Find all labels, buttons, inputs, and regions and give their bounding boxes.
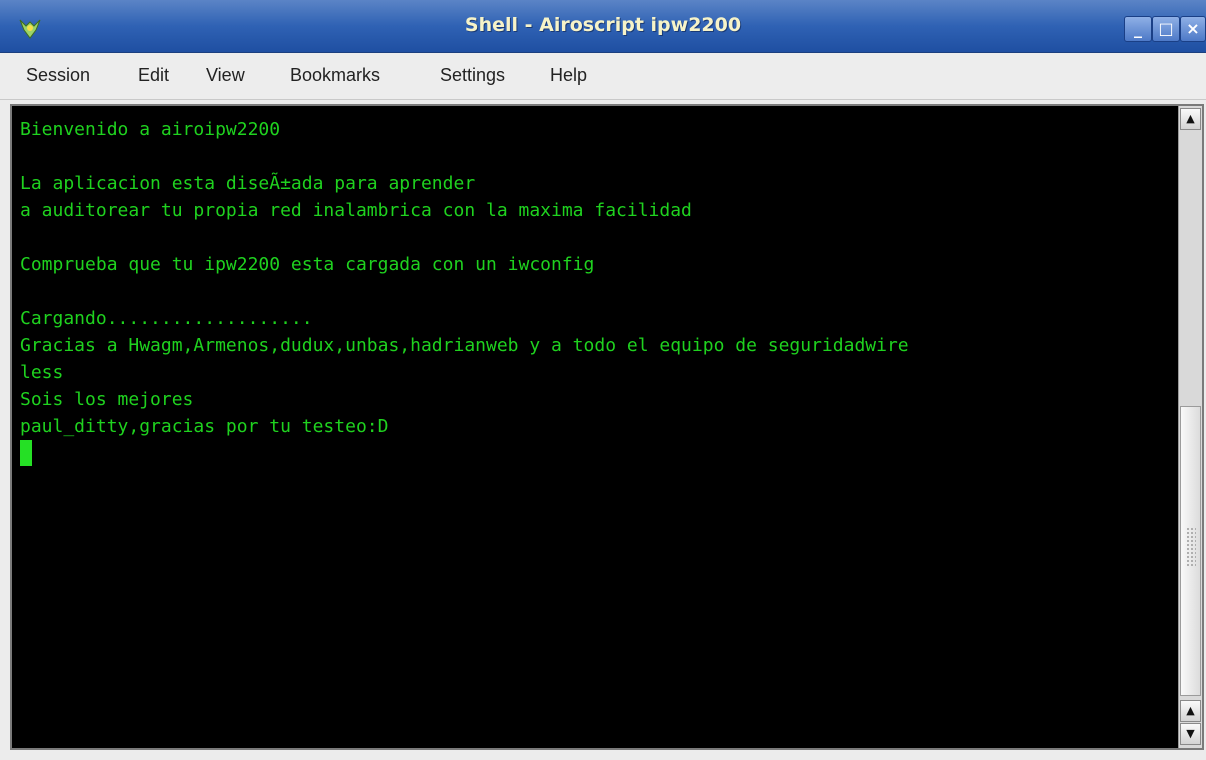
scroll-up-top-arrow-icon[interactable]: ▲ bbox=[1180, 108, 1201, 130]
terminal-cursor bbox=[20, 440, 32, 466]
menu-bar: Session Edit View Bookmarks Settings Hel… bbox=[0, 53, 1206, 100]
menu-view[interactable]: View bbox=[206, 65, 245, 86]
cursor-line bbox=[20, 440, 909, 467]
terminal-line: paul_ditty,gracias por tu testeo:D bbox=[20, 416, 389, 437]
scrollbar-thumb[interactable] bbox=[1180, 406, 1201, 696]
menu-edit[interactable]: Edit bbox=[138, 65, 169, 86]
terminal-line: Comprueba que tu ipw2200 esta cargada co… bbox=[20, 254, 595, 275]
terminal-line: Bienvenido a airoipw2200 bbox=[20, 119, 281, 140]
close-button[interactable]: × bbox=[1180, 16, 1206, 42]
scroll-down-arrow-icon[interactable]: ▼ bbox=[1180, 723, 1201, 745]
terminal-line: Gracias a Hwagm,Armenos,dudux,unbas,hadr… bbox=[20, 335, 909, 356]
menu-session[interactable]: Session bbox=[26, 65, 90, 86]
minimize-button[interactable]: _ bbox=[1124, 16, 1152, 42]
terminal-line: Sois los mejores bbox=[20, 389, 194, 410]
terminal-line: Cargando................... bbox=[20, 308, 313, 329]
vertical-scrollbar[interactable]: ▲ ▲ ▼ bbox=[1178, 106, 1202, 748]
menu-settings[interactable]: Settings bbox=[440, 65, 505, 86]
terminal-line: La aplicacion esta diseÃ±ada para aprend… bbox=[20, 173, 476, 194]
menu-bookmarks[interactable]: Bookmarks bbox=[290, 65, 380, 86]
terminal-lines: Bienvenido a airoipw2200 La aplicacion e… bbox=[20, 116, 909, 467]
scroll-up-arrow-icon[interactable]: ▲ bbox=[1180, 700, 1201, 722]
terminal-line: a auditorear tu propia red inalambrica c… bbox=[20, 200, 692, 221]
title-bar[interactable]: Shell - Airoscript ipw2200 _ □ × bbox=[0, 0, 1206, 53]
konsole-window: Shell - Airoscript ipw2200 _ □ × Session… bbox=[0, 0, 1206, 760]
menu-help[interactable]: Help bbox=[550, 65, 587, 86]
grip-icon bbox=[1186, 527, 1196, 567]
terminal-frame: Bienvenido a airoipw2200 La aplicacion e… bbox=[10, 104, 1204, 750]
maximize-button[interactable]: □ bbox=[1152, 16, 1180, 42]
window-title: Shell - Airoscript ipw2200 bbox=[464, 14, 742, 36]
terminal-line: less bbox=[20, 362, 64, 383]
terminal-output[interactable]: Bienvenido a airoipw2200 La aplicacion e… bbox=[12, 106, 1178, 748]
